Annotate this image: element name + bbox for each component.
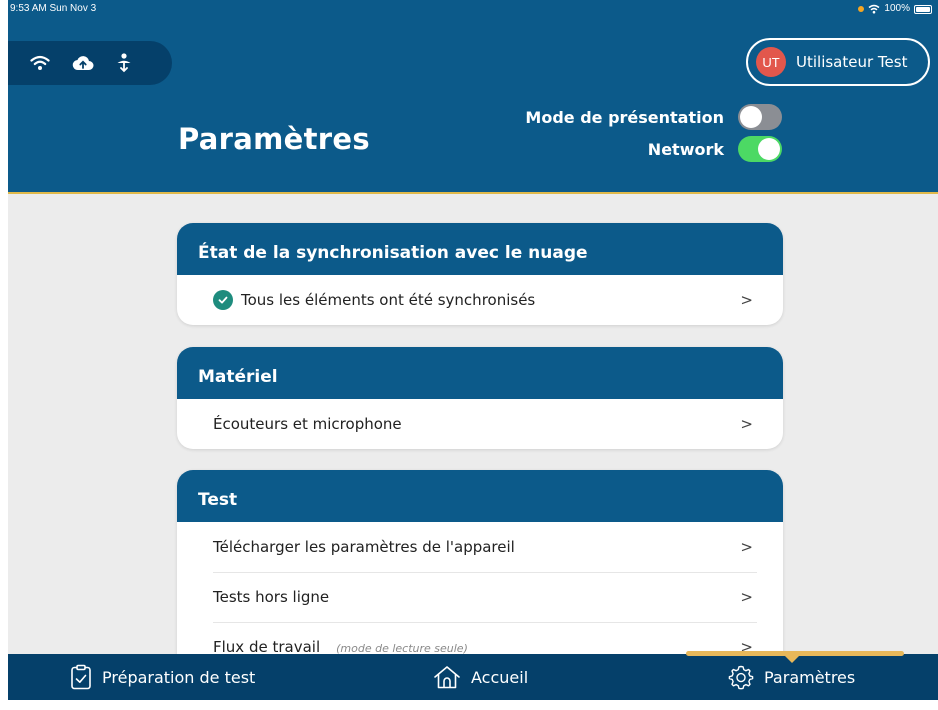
sync-card-title: État de la synchronisation avec le nuage <box>177 223 783 275</box>
tab-home[interactable]: Accueil <box>433 654 528 700</box>
headphones-mic-row[interactable]: Écouteurs et microphone > <box>177 399 783 449</box>
battery-text: 100% <box>884 3 910 14</box>
header-divider <box>8 192 938 194</box>
presentation-mode-row: Mode de présentation <box>525 104 782 130</box>
status-wifi-icon <box>868 4 880 14</box>
page-title: Paramètres <box>178 122 370 156</box>
status-bar: 9:53 AM Sun Nov 3 100% <box>8 0 938 18</box>
gear-icon <box>728 665 754 690</box>
test-card-title: Test <box>177 470 783 522</box>
battery-icon <box>914 4 932 14</box>
status-right: 100% <box>858 0 932 18</box>
offline-tests-label: Tests hors ligne <box>213 588 330 606</box>
connection-status-pill[interactable] <box>8 41 172 85</box>
toggle-knob <box>740 106 762 128</box>
avatar: UT <box>756 47 786 77</box>
tab-home-label: Accueil <box>471 667 529 687</box>
presentation-mode-toggle[interactable] <box>738 104 782 130</box>
network-row: Network <box>648 136 782 162</box>
frame-left <box>0 0 8 710</box>
clipboard-check-icon <box>71 664 91 690</box>
sync-status-row[interactable]: Tous les éléments ont été synchronisés > <box>177 275 783 325</box>
chevron-right-icon: > <box>740 415 753 433</box>
download-device-settings-row[interactable]: Télécharger les paramètres de l'appareil… <box>177 522 783 572</box>
check-circle-icon <box>213 290 233 310</box>
tab-test-preparation[interactable]: Préparation de test <box>70 654 255 700</box>
network-label: Network <box>647 139 724 159</box>
user-button[interactable]: UT Utilisateur Test <box>746 38 930 86</box>
hardware-card: Matériel Écouteurs et microphone > <box>177 347 783 449</box>
sync-status-card: État de la synchronisation avec le nuage… <box>177 223 783 325</box>
active-tab-caret <box>784 655 800 663</box>
status-time: 9:53 AM Sun Nov 3 <box>10 3 97 14</box>
toggle-knob <box>758 138 780 160</box>
frame-bottom <box>0 700 938 710</box>
tab-test-preparation-label: Préparation de test <box>102 667 256 687</box>
tab-settings-label: Paramètres <box>764 667 856 687</box>
network-toggle[interactable] <box>738 136 782 162</box>
offline-tests-row[interactable]: Tests hors ligne > <box>177 572 783 622</box>
chevron-right-icon: > <box>740 538 753 556</box>
wifi-icon <box>30 55 50 70</box>
download-person-icon <box>117 53 131 73</box>
hardware-card-title: Matériel <box>177 347 783 399</box>
home-icon <box>434 666 460 689</box>
headphones-mic-label: Écouteurs et microphone <box>213 415 402 433</box>
status-dot-icon <box>858 6 865 12</box>
download-device-settings-label: Télécharger les paramètres de l'appareil <box>213 538 515 556</box>
chevron-right-icon: > <box>740 588 753 606</box>
presentation-mode-label: Mode de présentation <box>525 107 724 127</box>
test-card: Test Télécharger les paramètres de l'app… <box>177 470 783 670</box>
chevron-right-icon: > <box>740 291 753 309</box>
sync-status-label: Tous les éléments ont été synchronisés <box>241 291 536 309</box>
user-name: Utilisateur Test <box>796 53 908 71</box>
cloud-upload-icon <box>72 56 94 71</box>
